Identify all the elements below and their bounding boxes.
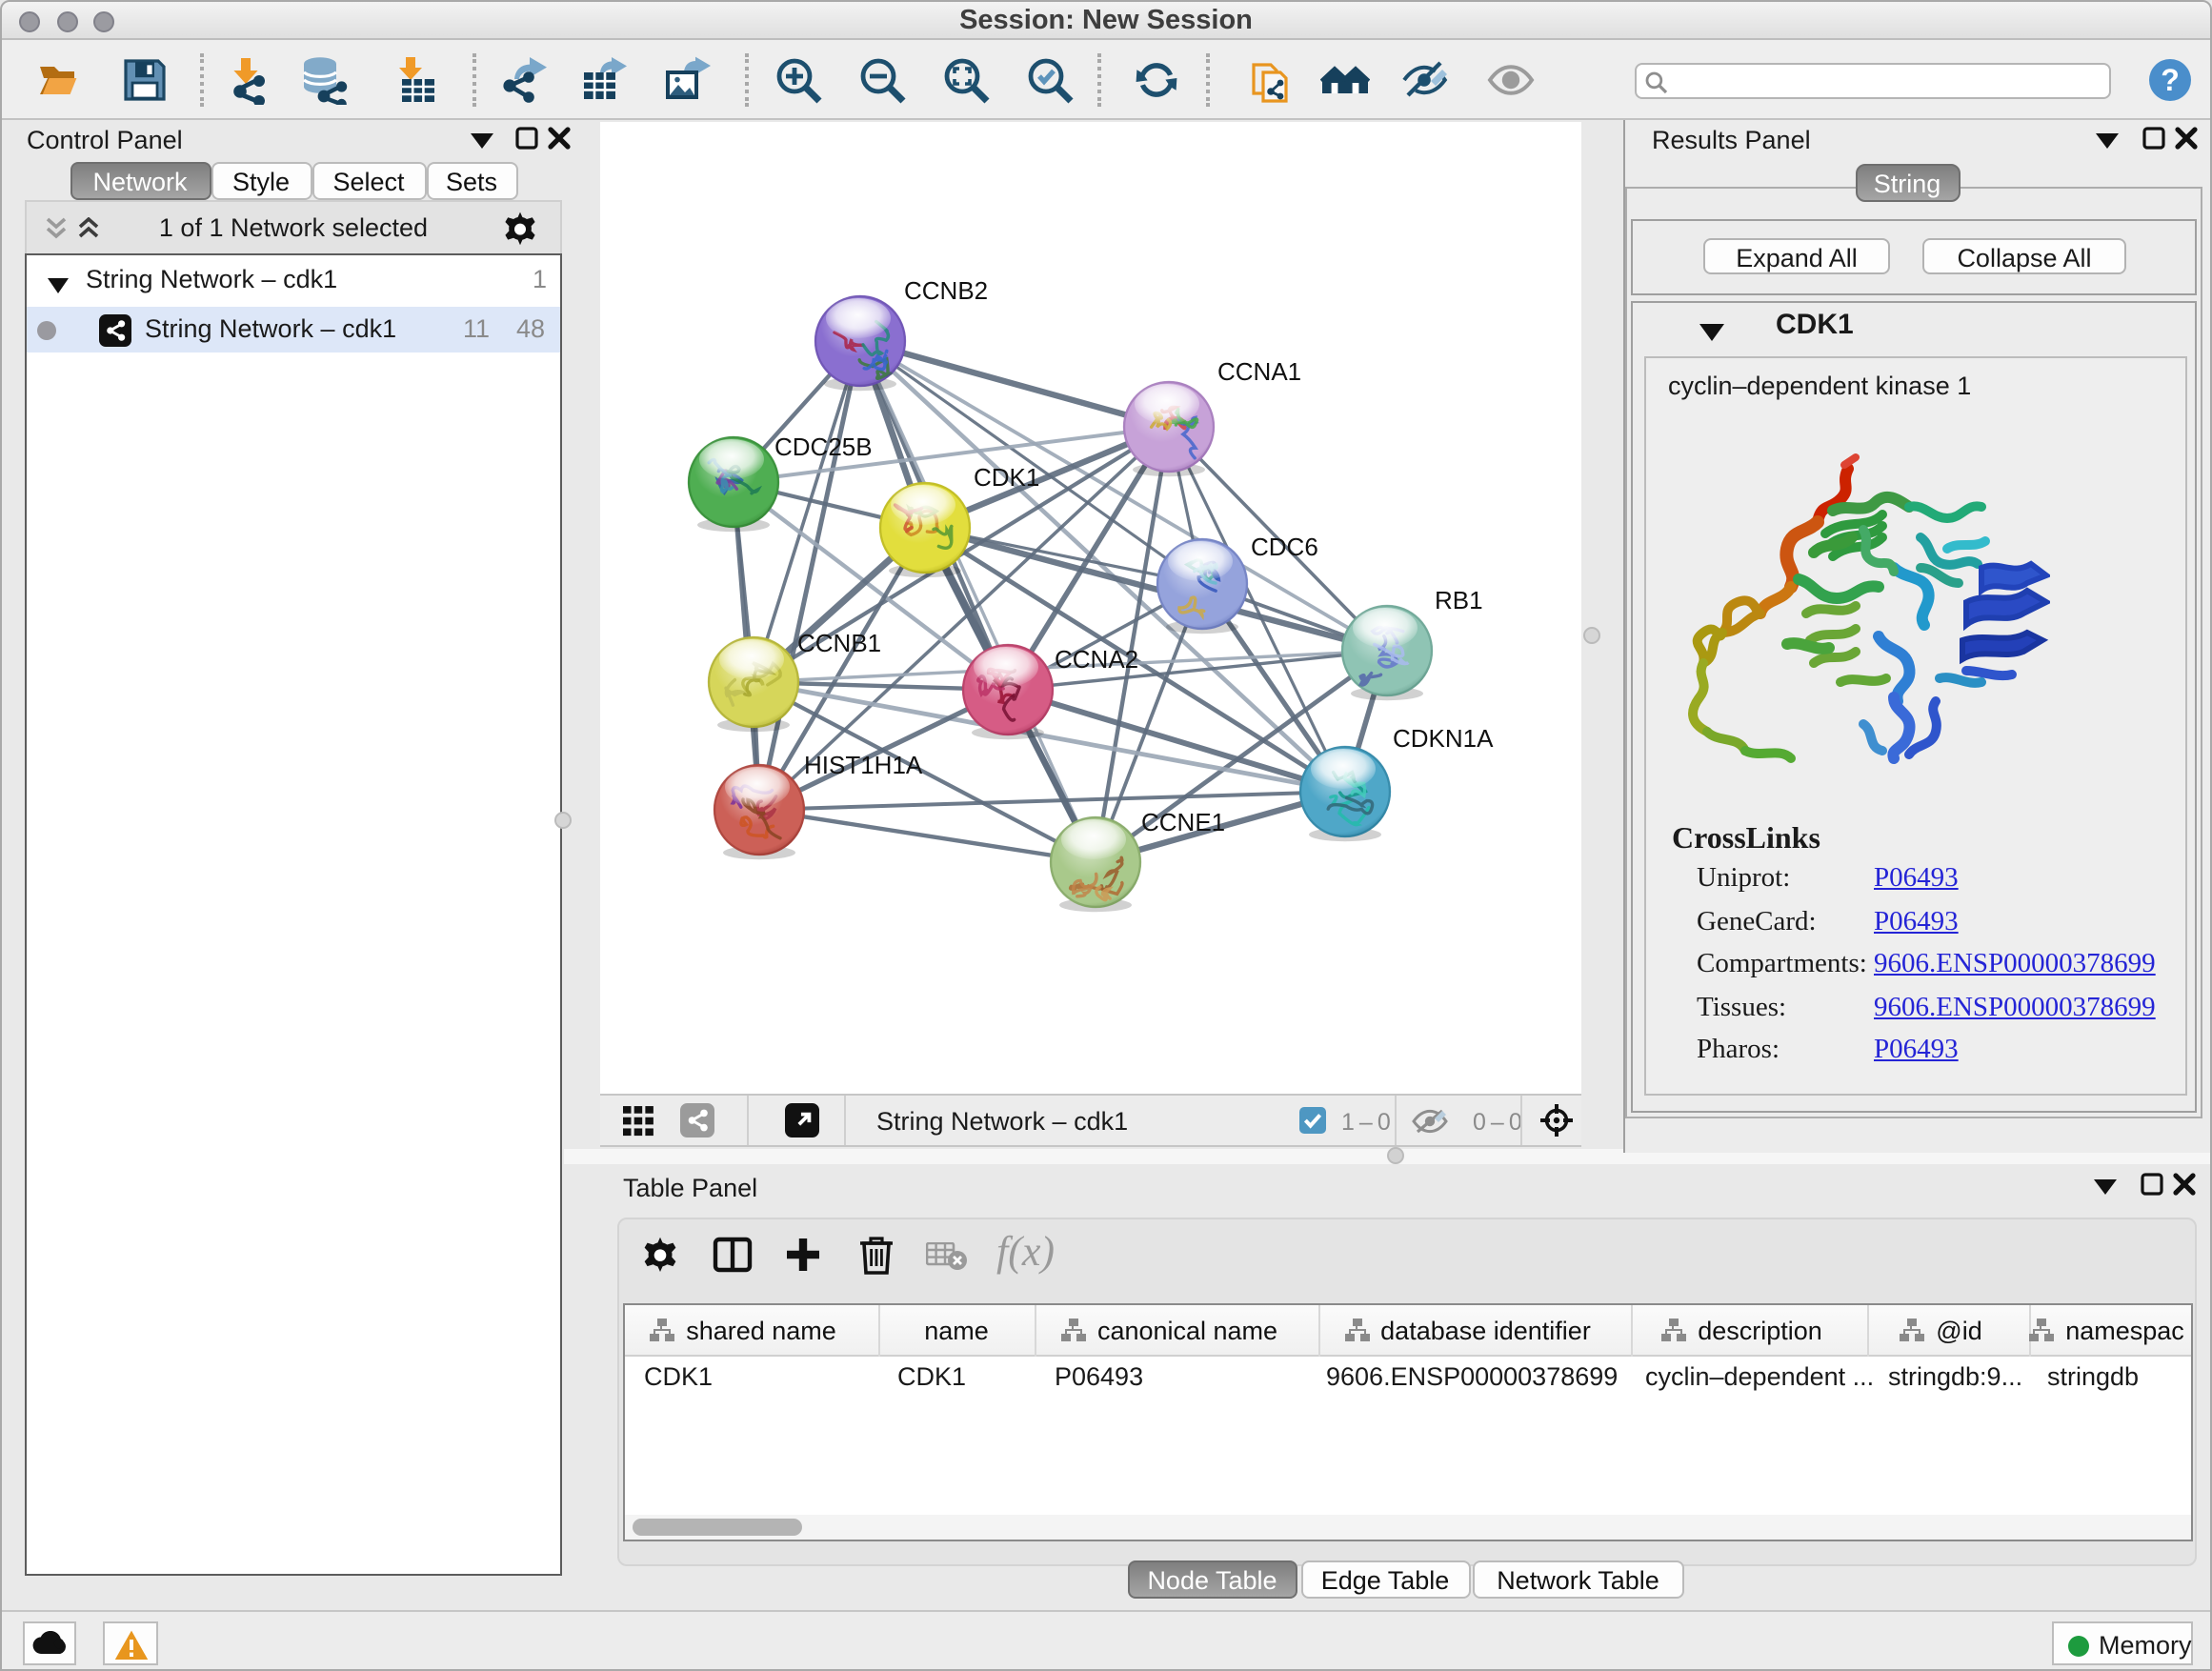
svg-text:?: ? bbox=[2160, 63, 2179, 97]
svg-text:CCNE1: CCNE1 bbox=[1141, 807, 1225, 836]
svg-text:HIST1H1A: HIST1H1A bbox=[804, 750, 923, 778]
svg-text:CDKN1A: CDKN1A bbox=[1393, 723, 1494, 752]
svg-text:CDC25B: CDC25B bbox=[774, 432, 873, 460]
svg-text:CCNA2: CCNA2 bbox=[1055, 644, 1138, 673]
svg-text:CCNB1: CCNB1 bbox=[797, 628, 881, 656]
svg-text:CCNB2: CCNB2 bbox=[904, 275, 988, 304]
svg-text:CDC6: CDC6 bbox=[1251, 532, 1318, 560]
svg-text:CDK1: CDK1 bbox=[974, 462, 1039, 491]
svg-text:RB1: RB1 bbox=[1435, 585, 1483, 614]
svg-text:CCNA1: CCNA1 bbox=[1217, 356, 1301, 385]
